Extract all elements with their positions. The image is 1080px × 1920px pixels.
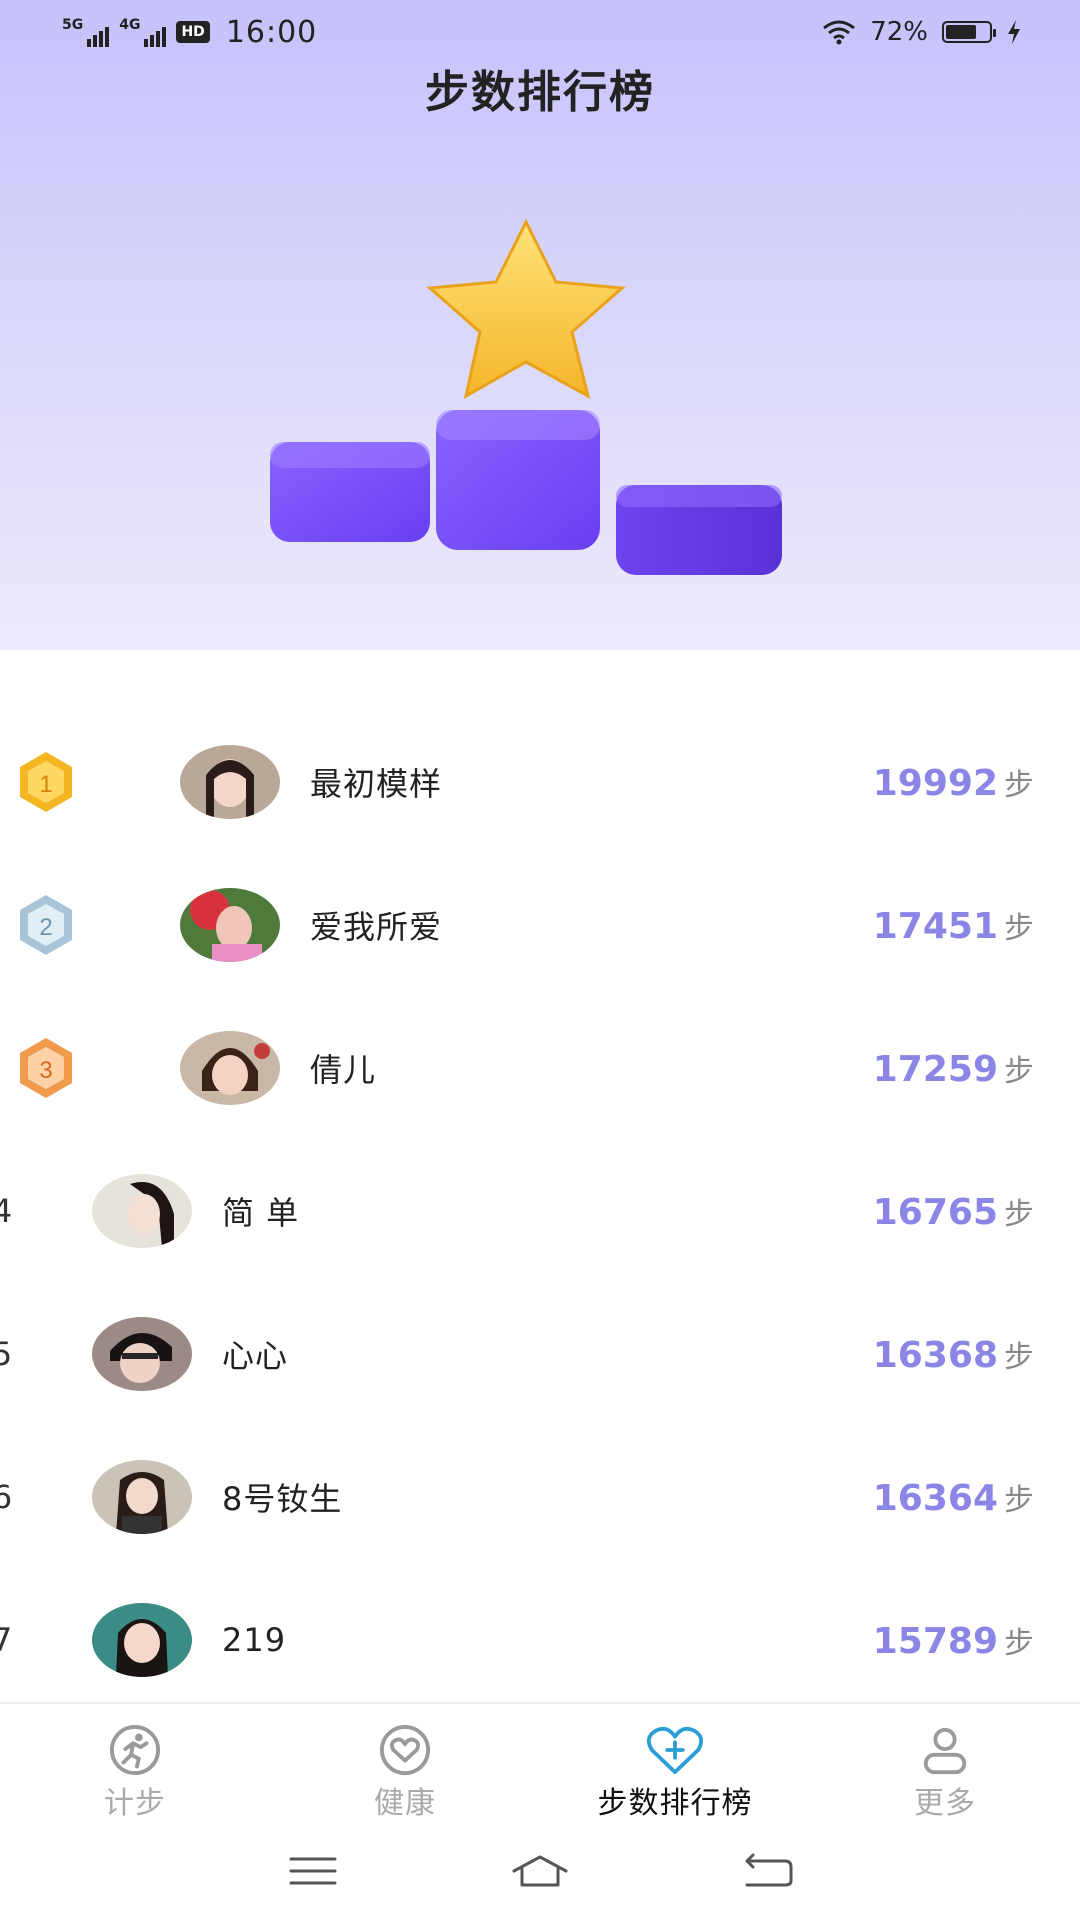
bottom-tab-bar: 计步 健康 步数排行榜 更多: [0, 1702, 1080, 1822]
avatar[interactable]: [92, 1316, 192, 1391]
step-unit: 步: [1004, 910, 1034, 946]
step-unit: 步: [1004, 1339, 1034, 1375]
list-item[interactable]: 5 心心 16368 步: [0, 1282, 1080, 1425]
back-icon[interactable]: [737, 1849, 797, 1893]
battery-icon: [942, 21, 996, 43]
step-count: 16765: [872, 1191, 998, 1233]
star-icon: [426, 218, 626, 399]
bronze-medal-icon: 3: [20, 1037, 72, 1098]
user-name: 最初模样: [310, 764, 443, 803]
list-item[interactable]: 3 倩儿 17259 步: [0, 996, 1080, 1139]
tab-health[interactable]: 健康: [270, 1704, 540, 1822]
system-navigation-bar: [0, 1822, 1080, 1920]
silver-medal-icon: 2: [20, 894, 72, 955]
step-count: 16368: [872, 1334, 998, 1376]
svg-text:2: 2: [39, 914, 52, 941]
page-title: 步数排行榜: [425, 67, 655, 118]
list-item[interactable]: 1 最初模样 19992 步: [0, 710, 1080, 853]
avatar[interactable]: [180, 744, 280, 819]
step-unit: 步: [1004, 767, 1034, 803]
step-ranking-screen: 5G 4G HD 16:00 72% 步数排行榜 1 最初模样 19992 步 …: [0, 0, 1080, 1920]
avatar[interactable]: [92, 1173, 192, 1248]
heart-plus-icon: [646, 1726, 704, 1775]
rank-number: 7: [0, 1620, 13, 1659]
user-name: 简 单: [222, 1193, 300, 1232]
user-name: 倩儿: [310, 1050, 377, 1089]
signal-5g-icon: 5G: [62, 17, 110, 47]
tab-step-counter[interactable]: 计步: [0, 1704, 270, 1822]
charging-icon: [1008, 20, 1020, 44]
user-name: 心心: [222, 1336, 289, 1375]
tab-label: 计步: [104, 1786, 166, 1821]
svg-text:1: 1: [39, 771, 52, 798]
step-count: 17259: [872, 1048, 998, 1090]
tab-more[interactable]: 更多: [810, 1704, 1080, 1822]
clock: 16:00: [225, 14, 318, 50]
avatar[interactable]: [92, 1602, 192, 1677]
person-icon: [923, 1727, 967, 1775]
step-count: 17451: [872, 905, 998, 947]
list-item[interactable]: 4 简 单 16765 步: [0, 1139, 1080, 1282]
step-unit: 步: [1004, 1625, 1034, 1661]
step-unit: 步: [1004, 1482, 1034, 1518]
status-bar: 5G 4G HD 16:00 72%: [0, 0, 1080, 64]
list-item[interactable]: 6 8号钕生 16364 步: [0, 1425, 1080, 1568]
tab-label: 健康: [374, 1786, 436, 1821]
heart-icon: [379, 1724, 431, 1776]
list-item[interactable]: 2 爱我所爱 17451 步: [0, 853, 1080, 996]
ranking-list: 1 最初模样 19992 步 2 爱我所爱 17451 步 3 倩儿 17259…: [0, 710, 1080, 1711]
podium-star-illustration: [270, 218, 782, 575]
step-count: 19992: [872, 762, 998, 804]
user-name: 219: [222, 1620, 287, 1659]
list-item[interactable]: 7 219 15789 步: [0, 1568, 1080, 1711]
rank-number: 5: [0, 1334, 13, 1373]
battery-percent: 72%: [870, 17, 928, 47]
user-name: 8号钕生: [222, 1479, 343, 1518]
rank-number: 4: [0, 1191, 13, 1230]
menu-icon[interactable]: [283, 1849, 343, 1893]
runner-icon: [109, 1724, 161, 1776]
signal-4g-icon: 4G: [119, 17, 167, 47]
step-unit: 步: [1004, 1053, 1034, 1089]
avatar[interactable]: [180, 887, 280, 962]
avatar[interactable]: [180, 1030, 280, 1105]
svg-text:3: 3: [39, 1057, 52, 1084]
home-icon[interactable]: [510, 1849, 570, 1893]
step-count: 15789: [872, 1620, 998, 1662]
avatar[interactable]: [92, 1459, 192, 1534]
rank-number: 6: [0, 1477, 13, 1516]
tab-label: 步数排行榜: [597, 1786, 753, 1821]
hd-voice-icon: HD: [176, 21, 210, 43]
tab-label: 更多: [914, 1786, 976, 1821]
tab-step-ranking[interactable]: 步数排行榜: [540, 1704, 810, 1822]
wifi-icon: [823, 20, 856, 45]
step-unit: 步: [1004, 1196, 1034, 1232]
step-count: 16364: [872, 1477, 998, 1519]
user-name: 爱我所爱: [310, 907, 443, 946]
gold-medal-icon: 1: [20, 751, 72, 812]
